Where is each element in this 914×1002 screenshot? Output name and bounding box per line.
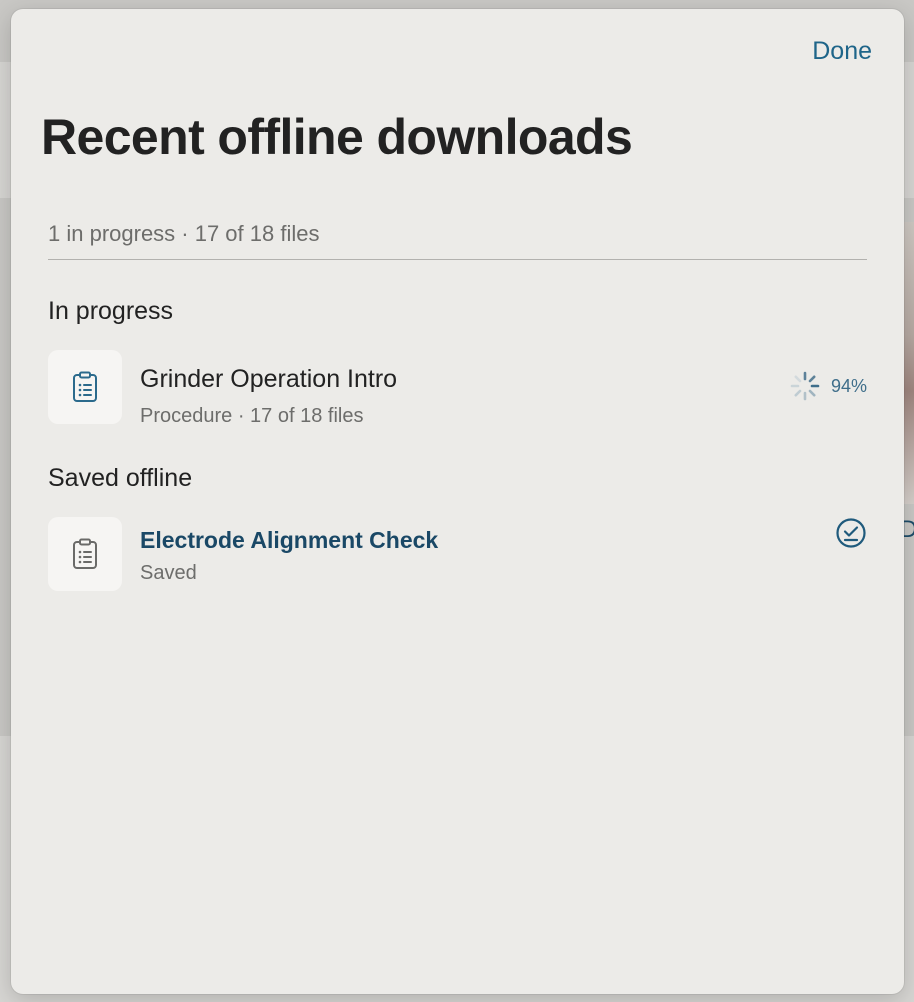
section-heading-in-progress: In progress <box>48 297 174 325</box>
spinner-icon <box>790 371 820 401</box>
item-title: Electrode Alignment Check <box>140 527 439 553</box>
item-thumbnail <box>48 350 122 424</box>
download-progress: 94% <box>789 370 867 402</box>
download-summary: 1 in progress · 17 of 18 files <box>48 221 867 260</box>
saved-status <box>835 517 867 554</box>
section-heading-saved-offline: Saved offline <box>48 464 193 492</box>
item-title: Grinder Operation Intro <box>140 365 398 393</box>
progress-percent: 94% <box>830 375 867 396</box>
clipboard-list-icon <box>73 371 97 402</box>
item-thumbnail <box>48 517 122 591</box>
download-item-electrode-alignment-check[interactable]: Electrode Alignment Check Saved <box>48 517 867 593</box>
item-subtitle: Procedure · 17 of 18 files <box>140 405 364 427</box>
offline-downloads-sheet: Done Recent offline downloads 1 in progr… <box>11 9 904 994</box>
download-check-icon <box>836 518 866 548</box>
page-title: Recent offline downloads <box>41 109 633 165</box>
done-button[interactable]: Done <box>812 37 872 66</box>
download-item-grinder-operation-intro[interactable]: Grinder Operation Intro Procedure · 17 o… <box>48 350 867 427</box>
clipboard-list-icon <box>73 538 97 569</box>
item-subtitle: Saved <box>140 562 197 584</box>
